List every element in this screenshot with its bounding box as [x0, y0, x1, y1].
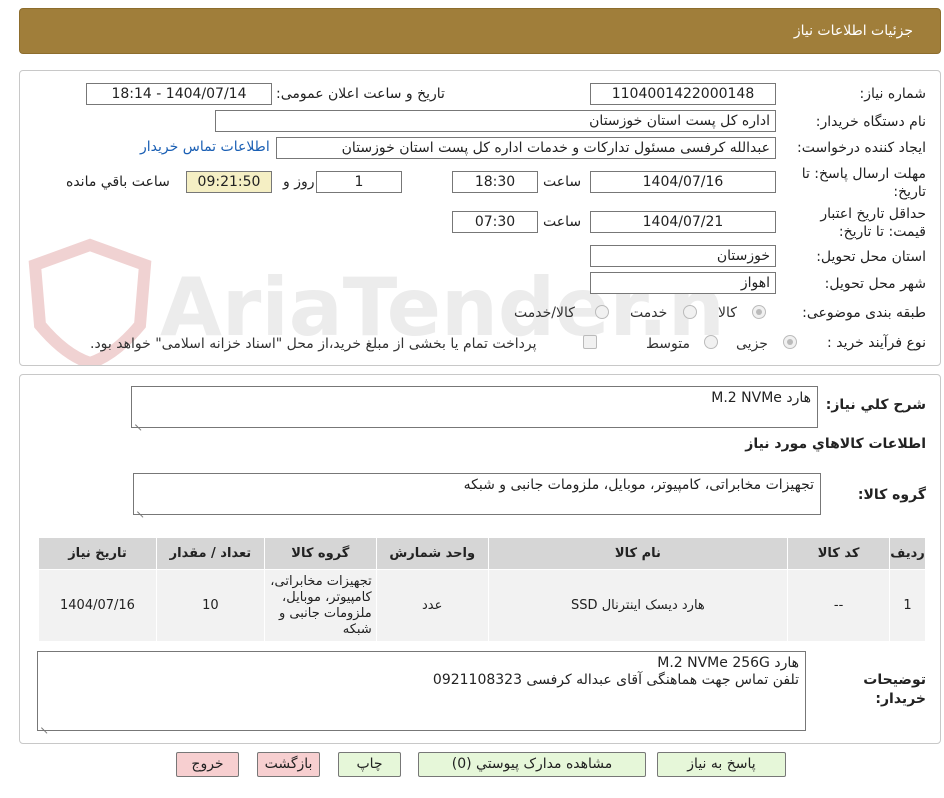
reply-deadline-days: 1	[316, 171, 402, 193]
treasury-note: پرداخت تمام یا بخشی از مبلغ خرید،از محل …	[90, 336, 537, 352]
description-textarea[interactable]: هارد M.2 NVMe	[131, 386, 818, 428]
buyer-notes-textarea[interactable]: هارد M.2 NVMe 256G تلفن تماس جهت هماهنگی…	[37, 651, 806, 731]
page-header: جزئیات اطلاعات نیاز	[19, 8, 941, 54]
buyer-notes-label-2: خریدار:	[875, 691, 926, 707]
delivery-province-label: استان محل تحویل:	[816, 249, 926, 265]
description-label: شرح کلي نیاز:	[825, 397, 926, 413]
resize-handle-icon[interactable]	[135, 417, 143, 425]
price-validity-time: 07:30	[452, 211, 538, 233]
col-row-header: ردیف	[889, 537, 926, 570]
price-validity-date: 1404/07/21	[590, 211, 776, 233]
resize-handle-icon[interactable]	[41, 720, 49, 728]
radio-goods[interactable]	[752, 305, 766, 319]
cell-qty: 10	[155, 569, 265, 642]
radio-goods-service-label: کالا/خدمت	[514, 305, 575, 321]
exit-button[interactable]: خروج	[176, 752, 239, 777]
radio-service-label: خدمت	[630, 305, 668, 321]
reply-deadline-time: 18:30	[452, 171, 538, 193]
cell-unit: عدد	[375, 569, 489, 642]
radio-minor[interactable]	[783, 335, 797, 349]
col-code-header: کد کالا	[787, 537, 891, 570]
buyer-org-field: اداره کل پست استان خوزستان	[215, 110, 776, 132]
print-button[interactable]: چاپ	[338, 752, 401, 777]
days-label: روز و	[283, 174, 315, 190]
reply-deadline-label-1: مهلت ارسال پاسخ: تا	[801, 166, 926, 182]
delivery-province-field: خوزستان	[590, 245, 776, 267]
radio-goods-service[interactable]	[595, 305, 609, 319]
radio-minor-label: جزیی	[736, 336, 768, 352]
radio-service[interactable]	[683, 305, 697, 319]
treasury-checkbox[interactable]	[583, 335, 597, 349]
price-validity-label-1: حداقل تاریخ اعتبار	[820, 206, 926, 222]
page-title: جزئیات اطلاعات نیاز	[793, 23, 913, 39]
remaining-time-field: 09:21:50	[186, 171, 272, 193]
buyer-contact-link[interactable]: اطلاعات تماس خریدار	[140, 139, 270, 155]
back-button[interactable]: بازگشت	[257, 752, 320, 777]
reply-deadline-label-2: تاریخ:	[893, 184, 926, 200]
cell-row: 1	[889, 569, 926, 642]
goods-info-title: اطلاعات کالاهاي مورد نياز	[745, 436, 926, 452]
col-qty-header: تعداد / مقدار	[155, 537, 265, 570]
delivery-city-field: اهواز	[590, 272, 776, 294]
reply-deadline-time-label: ساعت	[543, 174, 582, 190]
cell-code: --	[787, 569, 891, 642]
cell-date: 1404/07/16	[38, 569, 157, 642]
cell-name: هارد دیسک اینترنال SSD	[487, 569, 789, 642]
price-validity-label-2: قیمت: تا تاریخ:	[838, 224, 926, 240]
col-unit-header: واحد شمارش	[375, 537, 489, 570]
buyer-notes-line-2: تلفن تماس جهت هماهنگی آقای عبداله کرفسی …	[432, 672, 799, 688]
announce-datetime-label: تاریخ و ساعت اعلان عمومی:	[276, 86, 445, 102]
buyer-notes-label-1: توضیحات	[863, 672, 926, 688]
col-name-header: نام کالا	[487, 537, 789, 570]
remaining-time-label: ساعت باقي مانده	[66, 174, 170, 190]
view-attachments-button[interactable]: مشاهده مدارک پیوستي (0)	[418, 752, 646, 777]
requester-label: ایجاد کننده درخواست:	[797, 140, 926, 156]
buyer-notes-line-1: هارد M.2 NVMe 256G	[657, 655, 799, 671]
table-header-row: ردیف کد کالا نام کالا واحد شمارش گروه کا…	[38, 537, 926, 570]
price-validity-time-label: ساعت	[543, 214, 582, 230]
radio-medium[interactable]	[704, 335, 718, 349]
reply-deadline-date: 1404/07/16	[590, 171, 776, 193]
resize-handle-icon[interactable]	[137, 504, 145, 512]
items-table: ردیف کد کالا نام کالا واحد شمارش گروه کا…	[38, 537, 926, 642]
goods-group-text: تجهیزات مخابراتی، کامپیوتر، موبایل، ملزو…	[463, 477, 814, 493]
radio-goods-label: کالا	[718, 305, 737, 321]
requester-field: عبدالله کرفسی مسئول تدارکات و خدمات ادار…	[276, 137, 776, 159]
buyer-org-label: نام دستگاه خریدار:	[815, 114, 926, 130]
table-row: 1 -- هارد دیسک اینترنال SSD عدد تجهیزات …	[38, 569, 926, 642]
need-number-label: شماره نیاز:	[859, 86, 927, 102]
cell-group: تجهیزات مخابراتی، کامپیوتر، موبایل، ملزو…	[263, 569, 377, 642]
col-group-header: گروه کالا	[263, 537, 377, 570]
description-text: هارد M.2 NVMe	[711, 390, 811, 406]
purchase-process-label: نوع فرآیند خرید :	[827, 335, 926, 351]
need-number-field: 1104001422000148	[590, 83, 776, 105]
subject-class-label: طبقه بندی موضوعی:	[802, 305, 926, 321]
reply-button[interactable]: پاسخ به نیاز	[657, 752, 786, 777]
goods-group-label: گروه کالا:	[857, 487, 926, 503]
goods-group-textarea[interactable]: تجهیزات مخابراتی، کامپیوتر، موبایل، ملزو…	[133, 473, 821, 515]
col-date-header: تاریخ نیاز	[38, 537, 157, 570]
delivery-city-label: شهر محل تحویل:	[824, 276, 926, 292]
announce-datetime-field: 1404/07/14 - 18:14	[86, 83, 272, 105]
radio-medium-label: متوسط	[646, 336, 690, 352]
